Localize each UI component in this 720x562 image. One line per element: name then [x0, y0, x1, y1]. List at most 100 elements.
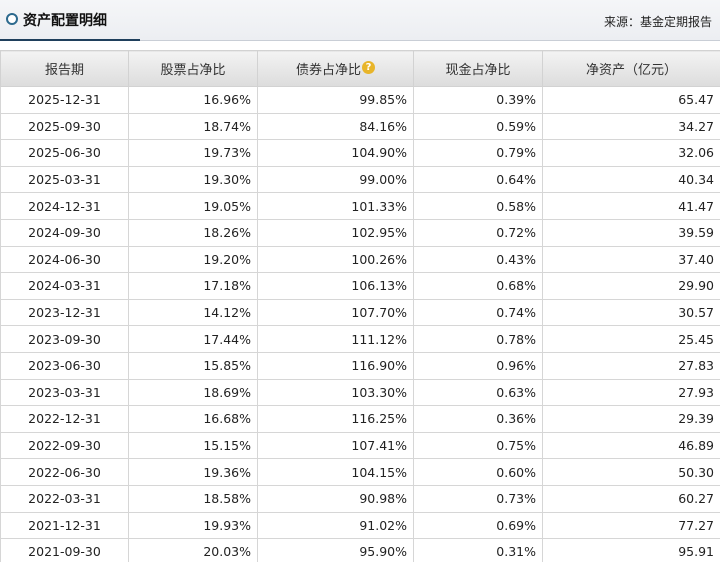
asset-allocation-panel: 资产配置明细 来源：基金定期报告 报告期 股票占净比 债券占净比? 现金占净比 …: [0, 0, 720, 562]
cell-net-assets: 77.27: [542, 511, 720, 540]
cell-cash-ratio: 0.39%: [413, 86, 543, 114]
cell-period: 2024-03-31: [0, 272, 129, 300]
cell-period: 2022-12-31: [0, 405, 129, 433]
table-row: 2025-06-30 19.73% 104.90% 0.79% 32.06: [0, 139, 720, 167]
cell-stock-ratio: 19.05%: [128, 192, 258, 220]
cell-period: 2025-06-30: [0, 139, 129, 167]
table-header-row: 报告期 股票占净比 债券占净比? 现金占净比 净资产（亿元）: [0, 50, 720, 87]
table-row: 2021-12-31 19.93% 91.02% 0.69% 77.27: [0, 511, 720, 540]
column-header-cash-ratio: 现金占净比: [413, 50, 543, 87]
table-row: 2025-09-30 18.74% 84.16% 0.59% 34.27: [0, 112, 720, 141]
cell-cash-ratio: 0.64%: [413, 165, 543, 194]
source-label: 来源：基金定期报告: [603, 15, 712, 29]
cell-period: 2024-12-31: [0, 192, 129, 220]
cell-net-assets: 50.30: [542, 458, 720, 486]
allocation-table: 报告期 股票占净比 债券占净比? 现金占净比 净资产（亿元） 2025-12-3…: [0, 50, 720, 562]
cell-cash-ratio: 0.58%: [413, 192, 543, 220]
cell-net-assets: 25.45: [542, 325, 720, 353]
table-row: 2022-03-31 18.58% 90.98% 0.73% 60.27: [0, 484, 720, 513]
table-row: 2022-12-31 16.68% 116.25% 0.36% 29.39: [0, 405, 720, 433]
cell-period: 2023-06-30: [0, 351, 129, 380]
table-row: 2023-03-31 18.69% 103.30% 0.63% 27.93: [0, 378, 720, 407]
cell-bond-ratio: 103.30%: [257, 378, 414, 407]
cell-cash-ratio: 0.60%: [413, 458, 543, 486]
cell-net-assets: 27.93: [542, 378, 720, 407]
cell-stock-ratio: 18.74%: [128, 112, 258, 141]
cell-bond-ratio: 107.70%: [257, 298, 414, 327]
title-underline: [0, 39, 140, 41]
table-row: 2025-03-31 19.30% 99.00% 0.64% 40.34: [0, 165, 720, 194]
cell-stock-ratio: 16.68%: [128, 405, 258, 433]
cell-period: 2023-09-30: [0, 325, 129, 353]
cell-cash-ratio: 0.73%: [413, 484, 543, 513]
cell-bond-ratio: 106.13%: [257, 272, 414, 300]
cell-stock-ratio: 15.15%: [128, 431, 258, 460]
cell-cash-ratio: 0.63%: [413, 378, 543, 407]
cell-cash-ratio: 0.96%: [413, 351, 543, 380]
cell-net-assets: 46.89: [542, 431, 720, 460]
cell-net-assets: 65.47: [542, 86, 720, 114]
cell-cash-ratio: 0.36%: [413, 405, 543, 433]
cell-stock-ratio: 18.58%: [128, 484, 258, 513]
cell-bond-ratio: 104.15%: [257, 458, 414, 486]
cell-bond-ratio: 90.98%: [257, 484, 414, 513]
cell-period: 2024-06-30: [0, 245, 129, 274]
table-row: 2022-09-30 15.15% 107.41% 0.75% 46.89: [0, 431, 720, 460]
panel-header: 资产配置明细 来源：基金定期报告: [0, 0, 720, 41]
cell-stock-ratio: 19.36%: [128, 458, 258, 486]
cell-bond-ratio: 101.33%: [257, 192, 414, 220]
cell-period: 2022-03-31: [0, 484, 129, 513]
table-row: 2023-09-30 17.44% 111.12% 0.78% 25.45: [0, 325, 720, 353]
table-row: 2022-06-30 19.36% 104.15% 0.60% 50.30: [0, 458, 720, 486]
column-header-bond-ratio: 债券占净比?: [257, 50, 414, 87]
question-help-icon[interactable]: ?: [362, 61, 375, 74]
cell-net-assets: 34.27: [542, 112, 720, 141]
cell-period: 2021-12-31: [0, 511, 129, 540]
cell-bond-ratio: 111.12%: [257, 325, 414, 353]
table-row: 2021-09-30 20.03% 95.90% 0.31% 95.91: [0, 538, 720, 562]
cell-period: 2022-06-30: [0, 458, 129, 486]
cell-period: 2023-03-31: [0, 378, 129, 407]
cell-net-assets: 29.39: [542, 405, 720, 433]
cell-net-assets: 95.91: [542, 538, 720, 562]
cell-stock-ratio: 17.44%: [128, 325, 258, 353]
cell-net-assets: 27.83: [542, 351, 720, 380]
cell-bond-ratio: 116.25%: [257, 405, 414, 433]
cell-bond-ratio: 116.90%: [257, 351, 414, 380]
table-row: 2024-12-31 19.05% 101.33% 0.58% 41.47: [0, 192, 720, 220]
cell-bond-ratio: 107.41%: [257, 431, 414, 460]
cell-net-assets: 39.59: [542, 218, 720, 247]
table-row: 2024-03-31 17.18% 106.13% 0.68% 29.90: [0, 272, 720, 300]
cell-period: 2025-03-31: [0, 165, 129, 194]
cell-stock-ratio: 17.18%: [128, 272, 258, 300]
column-header-net-assets: 净资产（亿元）: [542, 50, 720, 87]
cell-cash-ratio: 0.68%: [413, 272, 543, 300]
cell-bond-ratio: 91.02%: [257, 511, 414, 540]
panel-title: 资产配置明细: [23, 13, 107, 29]
cell-stock-ratio: 19.30%: [128, 165, 258, 194]
cell-bond-ratio: 100.26%: [257, 245, 414, 274]
cell-net-assets: 29.90: [542, 272, 720, 300]
cell-stock-ratio: 16.96%: [128, 86, 258, 114]
cell-stock-ratio: 18.69%: [128, 378, 258, 407]
cell-net-assets: 41.47: [542, 192, 720, 220]
cell-stock-ratio: 18.26%: [128, 218, 258, 247]
table-row: 2024-06-30 19.20% 100.26% 0.43% 37.40: [0, 245, 720, 274]
cell-net-assets: 32.06: [542, 139, 720, 167]
cell-cash-ratio: 0.79%: [413, 139, 543, 167]
cell-bond-ratio: 84.16%: [257, 112, 414, 141]
cell-bond-ratio: 104.90%: [257, 139, 414, 167]
allocation-table-wrap: 报告期 股票占净比 债券占净比? 现金占净比 净资产（亿元） 2025-12-3…: [0, 50, 720, 562]
cell-period: 2023-12-31: [0, 298, 129, 327]
cell-cash-ratio: 0.78%: [413, 325, 543, 353]
cell-bond-ratio: 102.95%: [257, 218, 414, 247]
cell-period: 2025-09-30: [0, 112, 129, 141]
cell-stock-ratio: 15.85%: [128, 351, 258, 380]
table-row: 2025-12-31 16.96% 99.85% 0.39% 65.47: [0, 86, 720, 114]
cell-net-assets: 40.34: [542, 165, 720, 194]
cell-cash-ratio: 0.43%: [413, 245, 543, 274]
cell-cash-ratio: 0.74%: [413, 298, 543, 327]
table-row: 2023-06-30 15.85% 116.90% 0.96% 27.83: [0, 351, 720, 380]
cell-period: 2025-12-31: [0, 86, 129, 114]
cell-stock-ratio: 14.12%: [128, 298, 258, 327]
